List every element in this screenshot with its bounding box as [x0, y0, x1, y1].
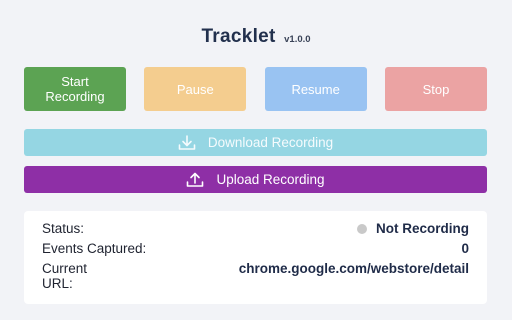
stop-button[interactable]: Stop: [384, 67, 487, 111]
download-recording-button[interactable]: Download Recording: [24, 129, 487, 156]
status-row: Status: Not Recording: [42, 221, 469, 236]
pause-button[interactable]: Pause: [144, 67, 247, 111]
current-url-value: chrome.google.com/webstore/detail: [238, 261, 469, 276]
status-value: Not Recording: [357, 221, 469, 236]
url-row: Current URL: chrome.google.com/webstore/…: [42, 261, 469, 291]
download-recording-label: Download Recording: [207, 135, 334, 150]
events-captured-value: 0: [461, 241, 469, 256]
status-label: Status:: [42, 221, 85, 236]
start-recording-button[interactable]: Start Recording: [24, 67, 126, 111]
recording-controls: Start Recording Pause Resume Stop: [24, 67, 487, 111]
header: Tracklet v1.0.0: [0, 26, 512, 48]
events-row: Events Captured: 0: [42, 241, 469, 256]
app-title: Tracklet: [201, 26, 276, 47]
status-panel: Status: Not Recording Events Captured: 0…: [24, 211, 487, 304]
status-text: Not Recording: [376, 221, 469, 236]
status-indicator-dot: [357, 223, 367, 234]
resume-button[interactable]: Resume: [264, 67, 367, 111]
app-version: v1.0.0: [284, 34, 311, 45]
events-captured-label: Events Captured:: [42, 241, 147, 256]
upload-icon: [187, 172, 204, 187]
download-icon: [178, 134, 196, 150]
extension-popup: Tracklet v1.0.0 Start Recording Pause Re…: [0, 0, 512, 320]
current-url-label: Current URL:: [42, 261, 88, 291]
upload-recording-label: Upload Recording: [216, 172, 325, 187]
upload-recording-button[interactable]: Upload Recording: [24, 166, 487, 193]
